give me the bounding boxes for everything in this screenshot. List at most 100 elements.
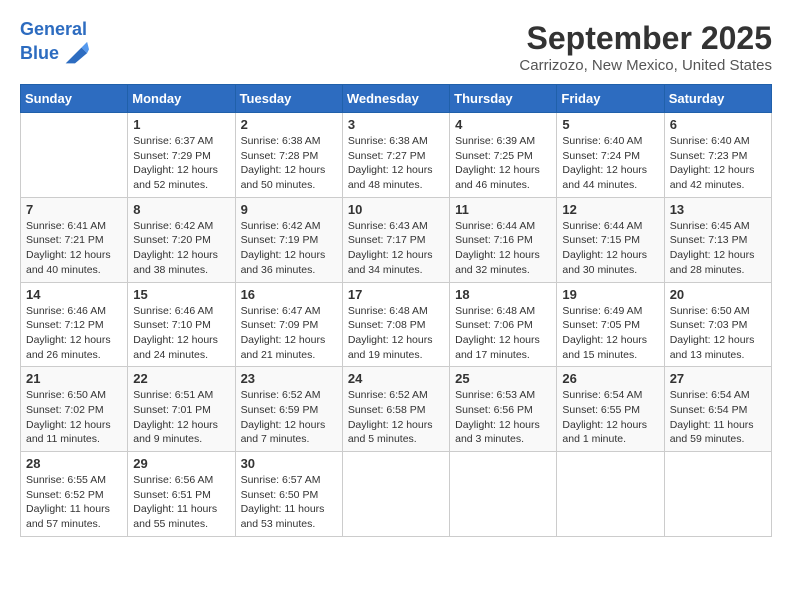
day-info: Sunrise: 6:47 AM Sunset: 7:09 PM Dayligh… xyxy=(241,304,337,363)
calendar-cell xyxy=(557,452,664,537)
day-info: Sunrise: 6:40 AM Sunset: 7:23 PM Dayligh… xyxy=(670,134,766,193)
day-info: Sunrise: 6:53 AM Sunset: 6:56 PM Dayligh… xyxy=(455,388,551,447)
day-number: 4 xyxy=(455,117,551,132)
day-number: 15 xyxy=(133,287,229,302)
calendar-cell: 17 Sunrise: 6:48 AM Sunset: 7:08 PM Dayli… xyxy=(342,282,449,367)
calendar-cell: 5 Sunrise: 6:40 AM Sunset: 7:24 PM Daylig… xyxy=(557,113,664,198)
header: General Blue September 2025 Carrizozo, N… xyxy=(20,20,772,74)
day-number: 30 xyxy=(241,456,337,471)
weekday-header-monday: Monday xyxy=(128,85,235,113)
calendar-cell: 24Sunrise: 6:52 AM Sunset: 6:58 PM Dayli… xyxy=(342,367,449,452)
calendar-cell xyxy=(450,452,557,537)
calendar-cell: 19 Sunrise: 6:49 AM Sunset: 7:05 PM Dayli… xyxy=(557,282,664,367)
weekday-header-tuesday: Tuesday xyxy=(235,85,342,113)
calendar-cell: 4 Sunrise: 6:39 AM Sunset: 7:25 PM Daylig… xyxy=(450,113,557,198)
subtitle: Carrizozo, New Mexico, United States xyxy=(519,57,772,74)
day-info: Sunrise: 6:45 AM Sunset: 7:13 PM Dayligh… xyxy=(670,219,766,278)
calendar-header-row: SundayMondayTuesdayWednesdayThursdayFrid… xyxy=(21,85,772,113)
day-number: 13 xyxy=(670,202,766,217)
day-info: Sunrise: 6:52 AM Sunset: 6:58 PM Dayligh… xyxy=(348,388,444,447)
calendar-cell xyxy=(342,452,449,537)
calendar-cell: 27Sunrise: 6:54 AM Sunset: 6:54 PM Dayli… xyxy=(664,367,771,452)
day-number: 1 xyxy=(133,117,229,132)
day-number: 11 xyxy=(455,202,551,217)
day-info: Sunrise: 6:56 AM Sunset: 6:51 PM Dayligh… xyxy=(133,473,229,532)
day-info: Sunrise: 6:40 AM Sunset: 7:24 PM Dayligh… xyxy=(562,134,658,193)
day-info: Sunrise: 6:52 AM Sunset: 6:59 PM Dayligh… xyxy=(241,388,337,447)
day-number: 26 xyxy=(562,371,658,386)
weekday-header-saturday: Saturday xyxy=(664,85,771,113)
calendar-cell: 20 Sunrise: 6:50 AM Sunset: 7:03 PM Dayli… xyxy=(664,282,771,367)
calendar-cell: 12Sunrise: 6:44 AM Sunset: 7:15 PM Dayli… xyxy=(557,197,664,282)
calendar-cell: 1 Sunrise: 6:37 AM Sunset: 7:29 PM Daylig… xyxy=(128,113,235,198)
calendar-week-1: 1 Sunrise: 6:37 AM Sunset: 7:29 PM Daylig… xyxy=(21,113,772,198)
day-number: 25 xyxy=(455,371,551,386)
day-info: Sunrise: 6:39 AM Sunset: 7:25 PM Dayligh… xyxy=(455,134,551,193)
weekday-header-sunday: Sunday xyxy=(21,85,128,113)
day-info: Sunrise: 6:38 AM Sunset: 7:27 PM Dayligh… xyxy=(348,134,444,193)
day-number: 9 xyxy=(241,202,337,217)
calendar-cell: 9Sunrise: 6:42 AM Sunset: 7:19 PM Daylig… xyxy=(235,197,342,282)
day-info: Sunrise: 6:48 AM Sunset: 7:08 PM Dayligh… xyxy=(348,304,444,363)
calendar-cell: 10Sunrise: 6:43 AM Sunset: 7:17 PM Dayli… xyxy=(342,197,449,282)
calendar-cell: 22 Sunrise: 6:51 AM Sunset: 7:01 PM Dayli… xyxy=(128,367,235,452)
title-block: September 2025 Carrizozo, New Mexico, Un… xyxy=(519,20,772,74)
logo-icon xyxy=(61,40,89,68)
calendar-cell: 6 Sunrise: 6:40 AM Sunset: 7:23 PM Daylig… xyxy=(664,113,771,198)
calendar-cell: 15 Sunrise: 6:46 AM Sunset: 7:10 PM Dayli… xyxy=(128,282,235,367)
day-number: 29 xyxy=(133,456,229,471)
day-number: 6 xyxy=(670,117,766,132)
day-number: 5 xyxy=(562,117,658,132)
calendar-cell: 21Sunrise: 6:50 AM Sunset: 7:02 PM Dayli… xyxy=(21,367,128,452)
day-info: Sunrise: 6:49 AM Sunset: 7:05 PM Dayligh… xyxy=(562,304,658,363)
calendar-cell: 28 Sunrise: 6:55 AM Sunset: 6:52 PM Dayli… xyxy=(21,452,128,537)
day-info: Sunrise: 6:50 AM Sunset: 7:03 PM Dayligh… xyxy=(670,304,766,363)
calendar-cell: 29 Sunrise: 6:56 AM Sunset: 6:51 PM Dayli… xyxy=(128,452,235,537)
calendar-cell: 11 Sunrise: 6:44 AM Sunset: 7:16 PM Dayli… xyxy=(450,197,557,282)
weekday-header-thursday: Thursday xyxy=(450,85,557,113)
calendar-week-3: 14Sunrise: 6:46 AM Sunset: 7:12 PM Dayli… xyxy=(21,282,772,367)
calendar-cell xyxy=(21,113,128,198)
logo: General Blue xyxy=(20,20,89,68)
day-info: Sunrise: 6:46 AM Sunset: 7:12 PM Dayligh… xyxy=(26,304,122,363)
day-info: Sunrise: 6:43 AM Sunset: 7:17 PM Dayligh… xyxy=(348,219,444,278)
day-number: 27 xyxy=(670,371,766,386)
day-info: Sunrise: 6:46 AM Sunset: 7:10 PM Dayligh… xyxy=(133,304,229,363)
day-info: Sunrise: 6:37 AM Sunset: 7:29 PM Dayligh… xyxy=(133,134,229,193)
day-info: Sunrise: 6:54 AM Sunset: 6:55 PM Dayligh… xyxy=(562,388,658,447)
day-number: 22 xyxy=(133,371,229,386)
day-number: 12 xyxy=(562,202,658,217)
day-info: Sunrise: 6:55 AM Sunset: 6:52 PM Dayligh… xyxy=(26,473,122,532)
calendar-cell: 18 Sunrise: 6:48 AM Sunset: 7:06 PM Dayli… xyxy=(450,282,557,367)
day-info: Sunrise: 6:57 AM Sunset: 6:50 PM Dayligh… xyxy=(241,473,337,532)
calendar-cell xyxy=(664,452,771,537)
day-info: Sunrise: 6:51 AM Sunset: 7:01 PM Dayligh… xyxy=(133,388,229,447)
day-number: 7 xyxy=(26,202,122,217)
weekday-header-wednesday: Wednesday xyxy=(342,85,449,113)
day-info: Sunrise: 6:50 AM Sunset: 7:02 PM Dayligh… xyxy=(26,388,122,447)
calendar-cell: 25 Sunrise: 6:53 AM Sunset: 6:56 PM Dayli… xyxy=(450,367,557,452)
day-info: Sunrise: 6:38 AM Sunset: 7:28 PM Dayligh… xyxy=(241,134,337,193)
day-number: 16 xyxy=(241,287,337,302)
day-number: 20 xyxy=(670,287,766,302)
day-number: 3 xyxy=(348,117,444,132)
calendar-cell: 3 Sunrise: 6:38 AM Sunset: 7:27 PM Daylig… xyxy=(342,113,449,198)
day-info: Sunrise: 6:44 AM Sunset: 7:16 PM Dayligh… xyxy=(455,219,551,278)
calendar-cell: 16 Sunrise: 6:47 AM Sunset: 7:09 PM Dayli… xyxy=(235,282,342,367)
day-number: 19 xyxy=(562,287,658,302)
day-info: Sunrise: 6:48 AM Sunset: 7:06 PM Dayligh… xyxy=(455,304,551,363)
calendar-cell: 7Sunrise: 6:41 AM Sunset: 7:21 PM Daylig… xyxy=(21,197,128,282)
day-number: 23 xyxy=(241,371,337,386)
day-number: 17 xyxy=(348,287,444,302)
day-number: 28 xyxy=(26,456,122,471)
calendar-table: SundayMondayTuesdayWednesdayThursdayFrid… xyxy=(20,84,772,537)
day-number: 2 xyxy=(241,117,337,132)
main-title: September 2025 xyxy=(519,20,772,57)
calendar-week-5: 28 Sunrise: 6:55 AM Sunset: 6:52 PM Dayli… xyxy=(21,452,772,537)
calendar-cell: 23 Sunrise: 6:52 AM Sunset: 6:59 PM Dayli… xyxy=(235,367,342,452)
day-number: 18 xyxy=(455,287,551,302)
logo-blue: Blue xyxy=(20,43,59,64)
calendar-cell: 8Sunrise: 6:42 AM Sunset: 7:20 PM Daylig… xyxy=(128,197,235,282)
calendar-week-2: 7Sunrise: 6:41 AM Sunset: 7:21 PM Daylig… xyxy=(21,197,772,282)
calendar-cell: 30 Sunrise: 6:57 AM Sunset: 6:50 PM Dayli… xyxy=(235,452,342,537)
